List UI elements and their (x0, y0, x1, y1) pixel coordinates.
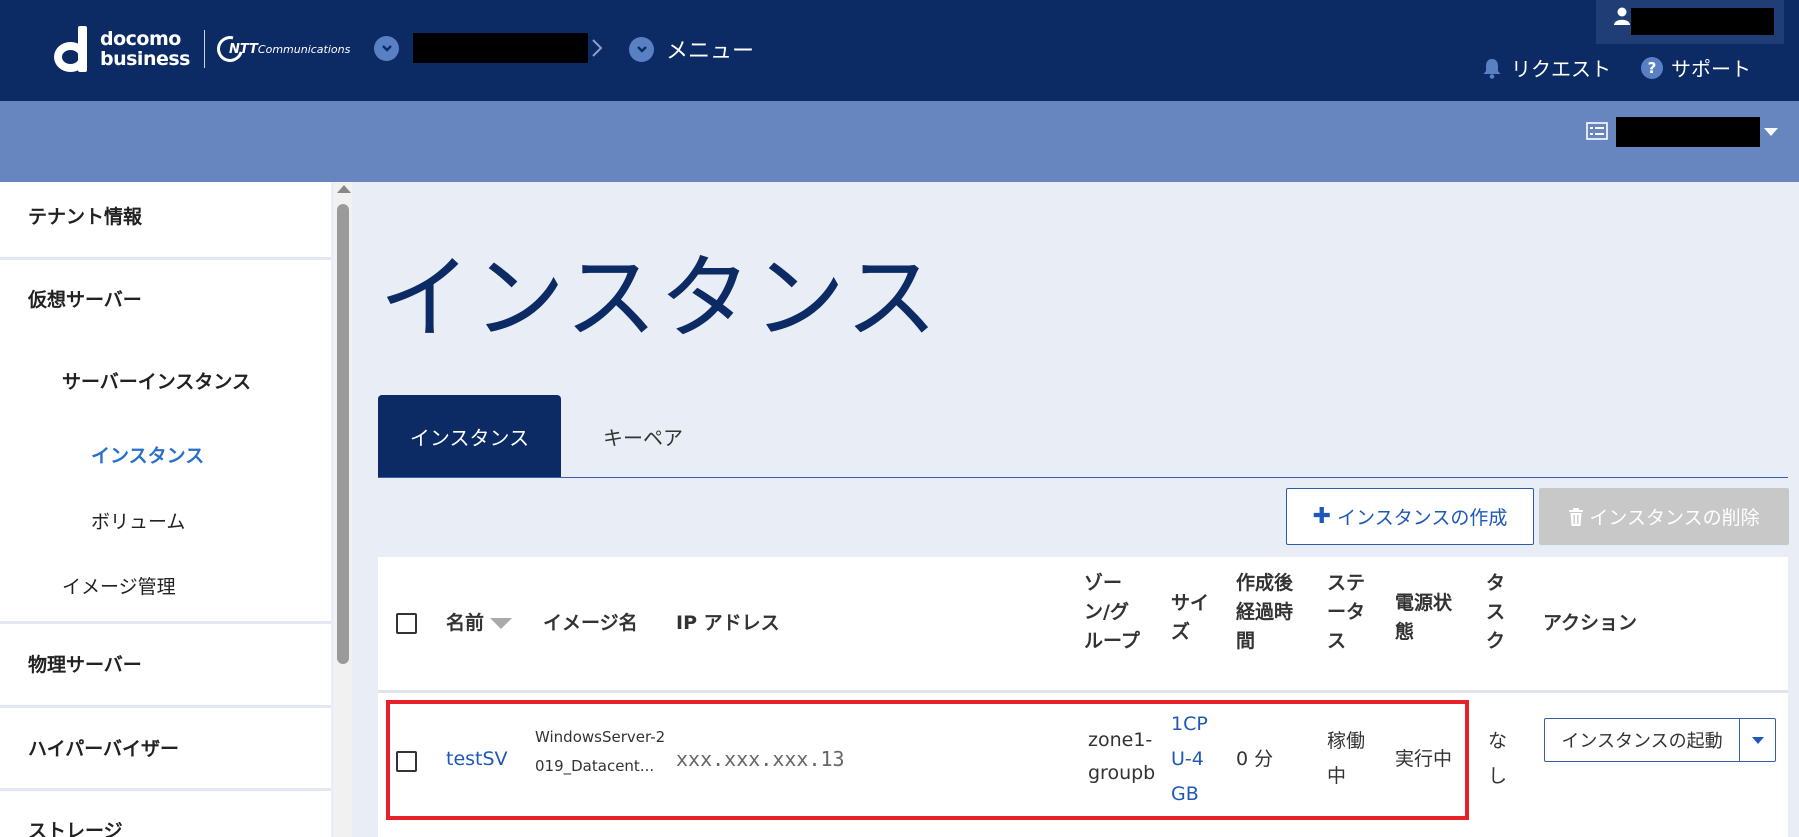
ntt-text-rest: Communications (257, 42, 351, 56)
create-instance-button[interactable]: ✚ インスタンスの作成 (1286, 488, 1534, 545)
column-header-name[interactable]: 名前 (446, 609, 513, 638)
create-instance-label: インスタンスの作成 (1337, 507, 1508, 529)
column-header-age: 作成後 経過時 間 (1236, 569, 1293, 656)
action-dropdown-toggle[interactable] (1740, 718, 1776, 762)
main-content: インスタンス インスタンス キーペア ✚ インスタンスの作成 インスタンスの削除… (355, 182, 1799, 837)
caret-down-icon[interactable] (1764, 128, 1778, 136)
sidebar-panel: テナント情報 仮想サーバー サーバーインスタンス インスタンス ボリューム イメ… (0, 182, 331, 837)
caret-down-icon (1751, 736, 1764, 744)
user-menu[interactable] (1596, 0, 1784, 44)
delete-instance-button[interactable]: インスタンスの削除 (1539, 488, 1789, 545)
start-instance-button[interactable]: インスタンスの起動 (1544, 718, 1740, 762)
column-header-power-line: 電源状 (1395, 592, 1453, 614)
logo-text-bottom: business (100, 48, 190, 70)
column-header-power-line: 態 (1395, 621, 1415, 643)
tab-instance[interactable]: インスタンス (378, 395, 561, 477)
column-header-power: 電源状 態 (1395, 589, 1452, 647)
sidebar: テナント情報 仮想サーバー サーバーインスタンス インスタンス ボリューム イメ… (0, 182, 355, 837)
sidebar-item-hypervisor[interactable]: ハイパーバイザー (0, 734, 331, 761)
docomo-d-icon (52, 26, 92, 72)
top-header: docomo business NTTCommunications メニュー リ… (0, 0, 1799, 101)
page-title: インスタンス (379, 245, 940, 352)
column-header-ip: IP アドレス (676, 612, 780, 634)
column-header-task-line: タ (1486, 572, 1506, 594)
instance-task-line: な (1488, 730, 1508, 752)
project-list-icon (1586, 122, 1608, 140)
column-header-status-line: ステ (1327, 572, 1366, 594)
sidebar-item-virtual-server[interactable]: 仮想サーバー (0, 285, 331, 312)
sidebar-scroll-thumb[interactable] (337, 204, 349, 664)
sort-caret-icon[interactable] (490, 618, 513, 629)
column-header-age-line: 経過時 (1236, 601, 1294, 623)
tab-keypair[interactable]: キーペア (561, 395, 725, 477)
breadcrumb-menu[interactable]: メニュー (629, 33, 754, 65)
column-header-zone: ゾー ン/グ ループ (1084, 569, 1140, 656)
column-header-action: アクション (1543, 612, 1638, 634)
column-header-task: タ ス ク (1486, 569, 1505, 656)
column-header-zone-line: ループ (1084, 630, 1140, 652)
scroll-up-arrow-icon[interactable] (337, 185, 351, 193)
instance-task-line: し (1488, 765, 1508, 787)
trash-icon (1569, 507, 1584, 526)
column-header-status: ステ ータ ス (1327, 569, 1365, 656)
bell-icon (1483, 58, 1501, 79)
column-header-status-line: ス (1327, 630, 1347, 652)
breadcrumb-separator-icon (592, 39, 603, 57)
chevron-down-icon (629, 36, 654, 62)
column-header-age-line: 間 (1236, 630, 1256, 652)
logo-divider (203, 30, 205, 68)
plus-icon: ✚ (1312, 504, 1332, 529)
tab-bar: インスタンス キーペア (378, 395, 1788, 478)
request-label: リクエスト (1511, 57, 1611, 81)
logo-wordmark: docomo business (100, 29, 190, 69)
column-header-size-line: サイ (1171, 592, 1210, 614)
support-link[interactable]: ? サポート (1641, 53, 1751, 82)
column-header-image: イメージ名 (543, 612, 638, 634)
sidebar-item-tenant-info[interactable]: テナント情報 (0, 202, 331, 229)
column-header-name-label: 名前 (446, 612, 485, 634)
column-header-task-line: ク (1486, 630, 1506, 652)
column-header-age-line: 作成後 (1236, 572, 1294, 594)
sidebar-item-volume[interactable]: ボリューム (0, 507, 331, 534)
highlight-box (386, 700, 1469, 820)
sidebar-item-server-instance[interactable]: サーバーインスタンス (0, 367, 331, 394)
redacted-tenant-name (413, 33, 588, 63)
project-bar (0, 101, 1799, 182)
redacted-user-name (1631, 8, 1774, 35)
instance-task: な し (1488, 724, 1507, 794)
question-icon: ? (1641, 56, 1663, 79)
user-icon (1614, 7, 1630, 25)
ntt-ring-icon (212, 31, 248, 67)
sidebar-divider (0, 788, 331, 791)
sidebar-item-instance[interactable]: インスタンス (0, 441, 331, 468)
ntt-logo: NTTCommunications (212, 31, 351, 67)
select-all-checkbox[interactable] (396, 613, 417, 634)
sidebar-item-image-management[interactable]: イメージ管理 (0, 572, 331, 599)
delete-instance-label: インスタンスの削除 (1589, 507, 1760, 529)
support-label: サポート (1671, 57, 1751, 81)
column-header-zone-line: ゾー (1084, 572, 1123, 594)
sidebar-divider (0, 257, 331, 260)
column-header-size: サイ ズ (1171, 589, 1209, 647)
instance-table: 名前 イメージ名 IP アドレス ゾー ン/グ ループ サイ ズ 作成後 経過時… (378, 557, 1788, 837)
column-header-status-line: ータ (1327, 601, 1366, 623)
breadcrumb-tenant[interactable] (374, 33, 588, 63)
docomo-business-logo[interactable]: docomo business NTTCommunications (52, 26, 350, 72)
sidebar-item-physical-server[interactable]: 物理サーバー (0, 650, 331, 677)
column-header-zone-line: ン/グ (1084, 601, 1129, 623)
table-header-divider (378, 690, 1788, 693)
chevron-down-icon (374, 35, 399, 61)
menu-label: メニュー (666, 39, 755, 64)
sidebar-divider (0, 705, 331, 708)
redacted-project-selector[interactable] (1616, 117, 1760, 147)
column-header-size-line: ズ (1171, 621, 1191, 643)
logo-text-top: docomo (100, 28, 181, 50)
request-link[interactable]: リクエスト (1481, 53, 1611, 82)
sidebar-divider (0, 621, 331, 624)
column-header-task-line: ス (1486, 601, 1506, 623)
sidebar-item-storage[interactable]: ストレージ (0, 816, 331, 837)
